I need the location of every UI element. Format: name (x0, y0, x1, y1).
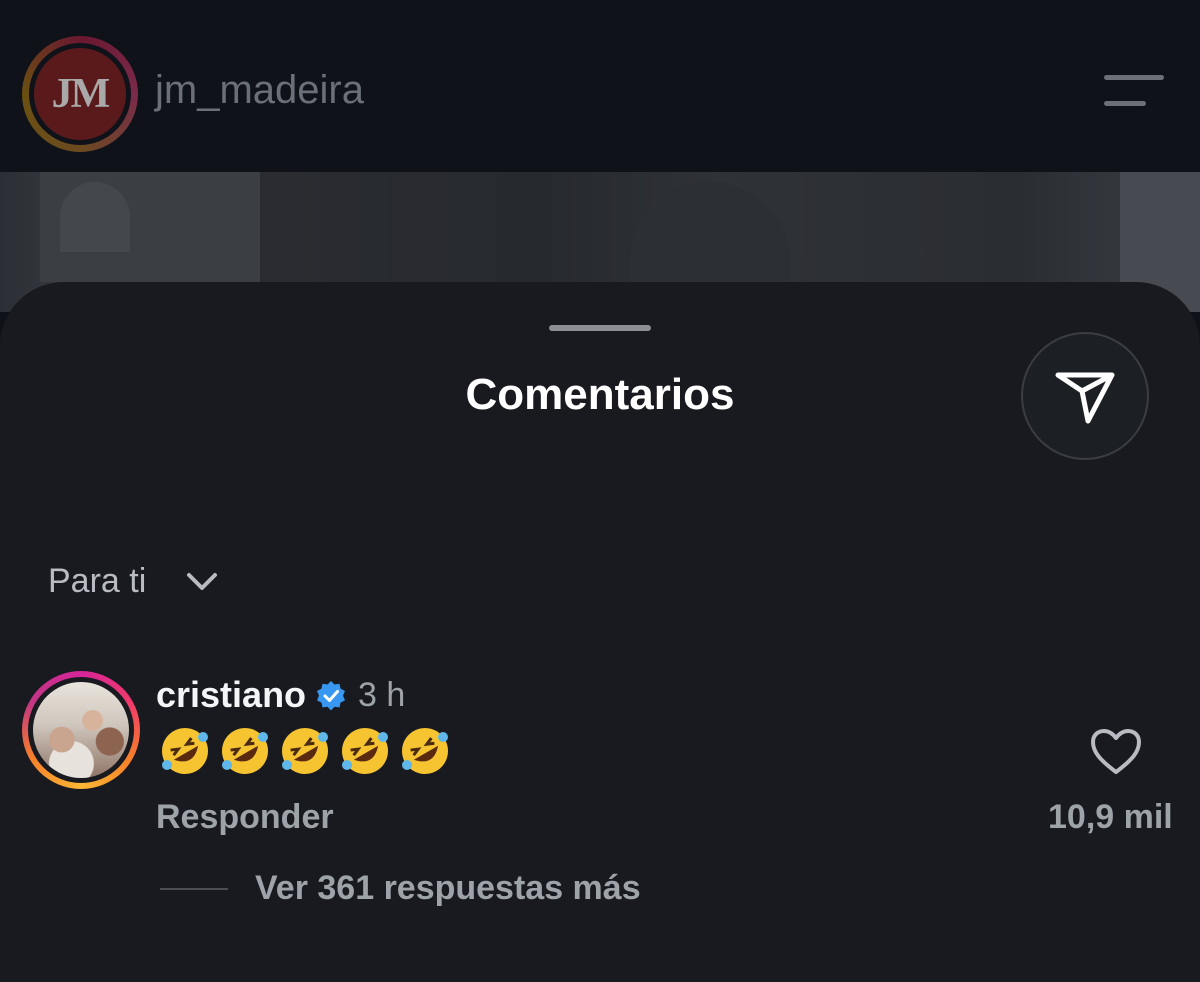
rolling-laughing-emoji-icon (222, 728, 268, 774)
post-header: JM jm_madeira (0, 0, 1200, 172)
heart-icon[interactable] (1090, 728, 1142, 776)
comment-username[interactable]: cristiano (156, 674, 306, 716)
like-count: 10,9 mil (1048, 798, 1173, 836)
sheet-title: Comentarios (465, 370, 735, 419)
rolling-laughing-emoji-icon (282, 728, 328, 774)
avatar-photo (33, 682, 129, 778)
sheet-drag-handle[interactable] (549, 325, 651, 331)
jm-logo: JM (34, 48, 126, 140)
sort-dropdown-label[interactable]: Para ti (48, 562, 146, 601)
commenter-avatar[interactable] (22, 671, 140, 789)
verified-badge-icon (317, 681, 345, 711)
comment-timestamp: 3 h (358, 676, 406, 714)
chevron-down-icon[interactable] (185, 570, 219, 594)
rolling-laughing-emoji-icon (342, 728, 388, 774)
share-button[interactable] (1021, 332, 1149, 460)
replies-divider (160, 888, 228, 890)
account-avatar[interactable]: JM (22, 36, 138, 152)
rolling-laughing-emoji-icon (402, 728, 448, 774)
account-username[interactable]: jm_madeira (155, 68, 364, 113)
reply-button[interactable]: Responder (156, 798, 334, 837)
menu-icon[interactable] (1104, 75, 1164, 109)
send-icon (1055, 372, 1115, 424)
view-more-replies-button[interactable]: Ver 361 respuestas más (255, 869, 641, 908)
rolling-laughing-emoji-icon (162, 728, 208, 774)
